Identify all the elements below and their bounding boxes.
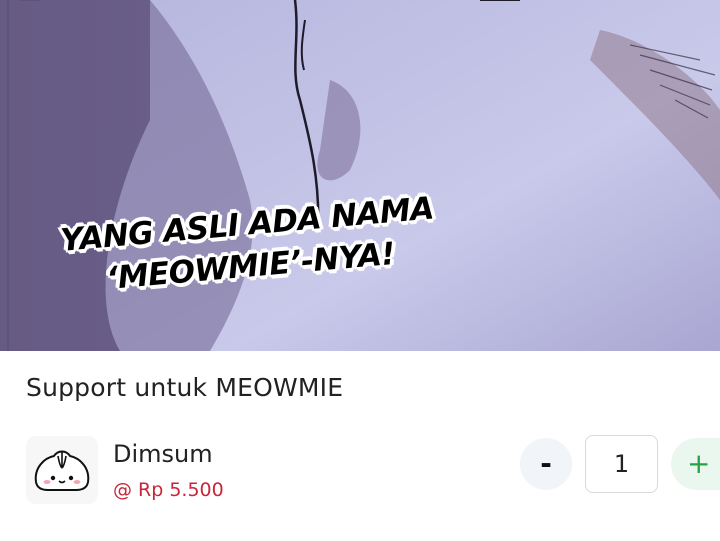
increase-quantity-button[interactable]: + bbox=[671, 438, 720, 490]
item-name: Dimsum bbox=[113, 440, 213, 468]
quantity-input[interactable] bbox=[585, 435, 658, 493]
support-title: Support untuk MEOWMIE bbox=[26, 373, 344, 402]
creator-banner-image: YANG ASLI ADA NAMA ‘MEOWMIE’-NYA! bbox=[0, 0, 720, 351]
item-price: @ Rp 5.500 bbox=[113, 479, 224, 501]
page: YANG ASLI ADA NAMA ‘MEOWMIE’-NYA! Suppor… bbox=[0, 0, 720, 541]
support-item-row: Dimsum @ Rp 5.500 - + bbox=[0, 430, 720, 510]
dimsum-icon bbox=[26, 436, 98, 504]
decrease-quantity-button[interactable]: - bbox=[520, 438, 572, 490]
